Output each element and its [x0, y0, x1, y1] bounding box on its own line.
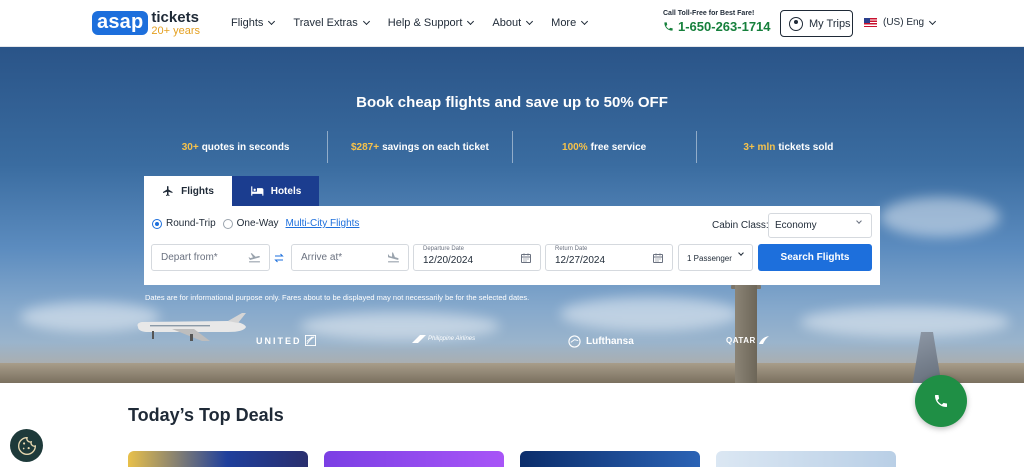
us-flag-icon — [864, 18, 877, 27]
radio-empty-icon — [222, 218, 233, 229]
phone-icon — [664, 22, 673, 31]
call-label: Call Toll-Free for Best Fare! — [663, 10, 755, 17]
deal-card[interactable] — [716, 451, 896, 467]
cabin-class-select[interactable]: Economy — [768, 213, 872, 238]
deal-card[interactable] — [324, 451, 504, 467]
philippine-airlines-icon — [412, 335, 426, 343]
airplane-icon — [163, 186, 173, 196]
cloud-decoration — [560, 297, 740, 331]
chevron-down-icon — [467, 17, 475, 26]
phone-icon — [935, 395, 947, 407]
control-tower — [735, 285, 757, 383]
cloud-decoration — [800, 307, 1010, 337]
philippine-airlines-logo: Philippine Airlines — [412, 335, 475, 343]
airline-logos: UNITED Philippine Airlines Lufthansa QAT… — [0, 335, 1024, 349]
chevron-down-icon — [362, 17, 370, 26]
cloud-decoration — [880, 197, 1000, 237]
cookie-icon — [17, 436, 36, 455]
united-globe-icon — [304, 335, 316, 346]
flight-search-form: Round-Trip One-Way Multi-City Flights Ca… — [144, 206, 880, 285]
stats-bar: 30+ quotes in seconds $287+ savings on eac… — [144, 131, 880, 163]
stat-item: 3+ mln tickets sold — [695, 131, 880, 163]
takeoff-icon — [248, 253, 260, 263]
trip-type-group: Round-Trip One-Way Multi-City Flights — [152, 218, 366, 229]
hero-title: Book cheap flights and save up to 50% OF… — [356, 94, 668, 111]
lufthansa-logo: Lufthansa — [568, 335, 634, 348]
chevron-down-icon — [581, 17, 589, 26]
united-logo: UNITED — [256, 335, 316, 346]
calendar-icon — [653, 253, 663, 263]
call-floating-button[interactable] — [915, 375, 967, 427]
logo-years: 20+ years — [151, 25, 201, 37]
nav-help-support[interactable]: Help & Support — [388, 17, 475, 29]
nav-flights[interactable]: Flights — [231, 17, 276, 29]
multi-city-link[interactable]: Multi-City Flights — [286, 218, 360, 229]
tab-hotels[interactable]: Hotels — [232, 176, 319, 206]
tab-flights[interactable]: Flights — [144, 176, 232, 206]
phone-link[interactable]: 1-650-263-1714 — [663, 19, 771, 34]
stat-item: 100% free service — [511, 131, 696, 163]
site-header: asap tickets 20+ years Flights Travel Ex… — [0, 0, 1024, 47]
nav-about[interactable]: About — [492, 17, 534, 29]
user-icon — [789, 16, 803, 31]
radio-round-trip[interactable]: Round-Trip — [152, 218, 216, 229]
nav-more[interactable]: More — [551, 17, 589, 29]
nav-travel-extras[interactable]: Travel Extras — [293, 17, 370, 29]
dates-disclaimer: Dates are for informational purpose only… — [145, 293, 530, 302]
site-logo[interactable]: asap tickets 20+ years — [92, 9, 201, 37]
chevron-down-icon — [526, 17, 534, 26]
chevron-down-icon — [856, 218, 862, 224]
qatar-airways-logo: QATAR — [726, 335, 770, 345]
swap-icon[interactable] — [273, 252, 285, 264]
logo-tickets: tickets — [151, 9, 199, 26]
search-tabs: Flights Hotels — [144, 176, 319, 206]
deal-card[interactable] — [128, 451, 308, 467]
stat-item: 30+ quotes in seconds — [181, 141, 290, 153]
toll-free-callout: Call Toll-Free for Best Fare! 1-650-263-… — [663, 10, 771, 34]
lufthansa-crane-icon — [568, 335, 581, 348]
calendar-icon — [521, 253, 531, 263]
search-flights-button[interactable]: Search Flights — [758, 244, 872, 271]
airport-ground — [0, 363, 1024, 383]
cookie-settings-button[interactable] — [10, 429, 43, 462]
departure-date-input[interactable]: Departure Date 12/20/2024 — [413, 244, 541, 271]
deal-card[interactable] — [520, 451, 700, 467]
passenger-select[interactable]: 1 Passenger — [678, 244, 753, 271]
chevron-down-icon — [738, 250, 744, 256]
hero-section: Book cheap flights and save up to 50% OF… — [0, 47, 1024, 383]
depart-from-input[interactable]: Depart from* — [151, 244, 270, 271]
qatar-oryx-icon — [758, 336, 769, 344]
radio-selected-icon — [152, 218, 162, 229]
top-deals-title: Today’s Top Deals — [128, 405, 284, 425]
radio-one-way[interactable]: One-Way — [222, 218, 279, 229]
arrive-at-input[interactable]: Arrive at* — [291, 244, 409, 271]
my-trips-button[interactable]: My Trips — [780, 10, 853, 37]
main-nav: Flights Travel Extras Help & Support Abo… — [231, 17, 606, 29]
chevron-down-icon — [268, 17, 276, 26]
landing-icon — [388, 252, 399, 263]
return-date-input[interactable]: Return Date 12/27/2024 — [545, 244, 673, 271]
stat-item: $287+ savings on each ticket — [327, 131, 511, 163]
cabin-class-label: Cabin Class: — [712, 220, 769, 231]
bed-icon — [250, 186, 264, 196]
logo-brand: asap — [92, 11, 149, 35]
language-selector[interactable]: (US) Eng — [864, 17, 937, 28]
chevron-down-icon — [929, 17, 937, 25]
